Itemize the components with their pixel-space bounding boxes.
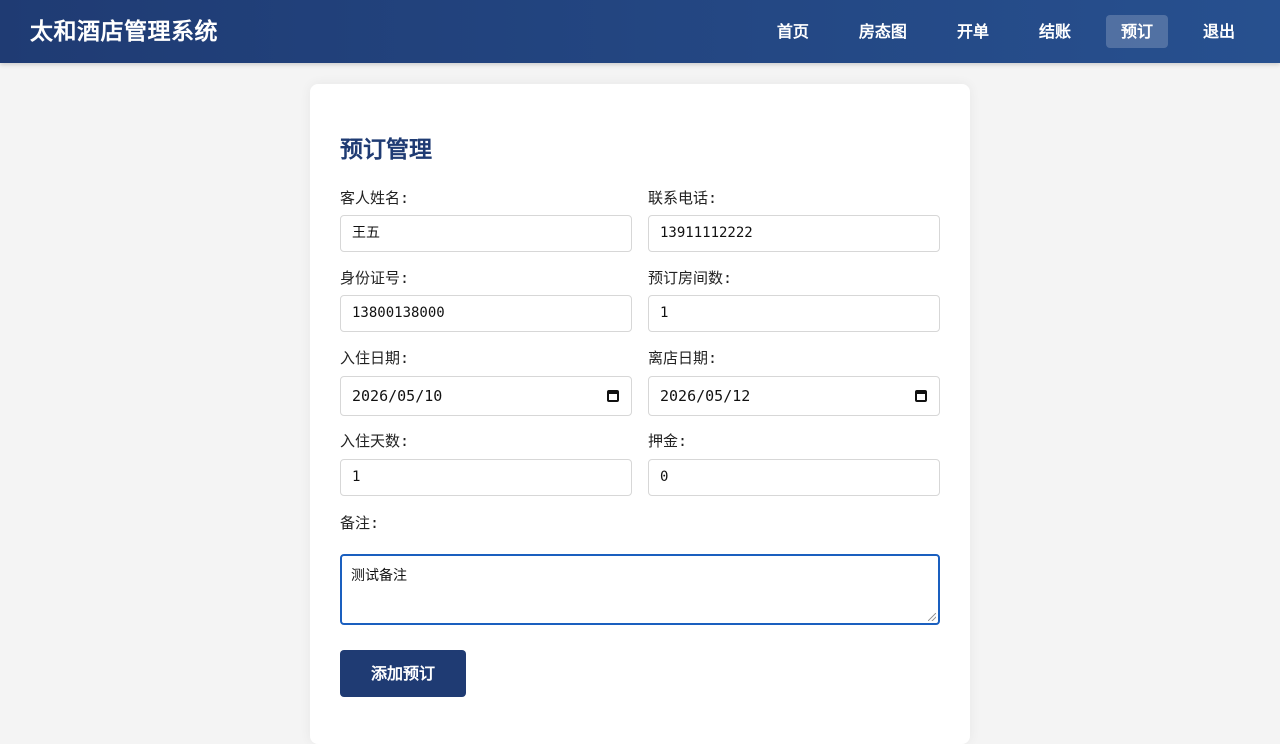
calendar-icon[interactable] [607,390,619,402]
phone-field: 联系电话: 13911112222 [648,188,940,252]
room-count-field: 预订房间数: 1 [648,268,940,332]
deposit-field: 押金: 0 [648,431,940,496]
nav-item-room-status[interactable]: 房态图 [844,15,922,48]
nav-item-home[interactable]: 首页 [762,15,824,48]
notes-label: 备注: [340,514,380,532]
nav-item-logout[interactable]: 退出 [1188,15,1250,48]
add-reservation-button[interactable]: 添加预订 [340,650,466,697]
stay-days-input[interactable]: 1 [340,459,632,496]
notes-textarea[interactable]: 测试备注 [340,554,940,625]
deposit-label: 押金: [648,432,688,450]
calendar-icon[interactable] [915,390,927,402]
stay-days-field: 入住天数: 1 [340,431,632,496]
stay-days-label: 入住天数: [340,432,410,450]
id-number-field: 身份证号: 13800138000 [340,268,632,332]
checkout-date-label: 离店日期: [648,349,718,367]
checkout-date-field: 离店日期: 2026/05/12 [648,348,940,416]
phone-input[interactable]: 13911112222 [648,215,940,252]
checkin-date-label: 入住日期: [340,349,410,367]
nav-item-reservation[interactable]: 预订 [1105,15,1168,48]
room-count-label: 预订房间数: [648,269,733,287]
guest-name-input[interactable]: 王五 [340,215,632,252]
id-number-label: 身份证号: [340,269,410,287]
resize-handle-icon[interactable] [928,613,936,621]
nav-item-open-order[interactable]: 开单 [942,15,1004,48]
app-title: 太和酒店管理系统 [30,19,218,45]
guest-name-field: 客人姓名: 王五 [340,188,632,252]
top-bar: 太和酒店管理系统 首页 房态图 开单 结账 预订 退出 [0,0,1280,63]
guest-name-label: 客人姓名: [340,189,410,207]
id-number-input[interactable]: 13800138000 [340,295,632,332]
checkin-date-value: 2026/05/10 [352,387,443,405]
nav-item-checkout[interactable]: 结账 [1024,15,1086,48]
checkin-date-input[interactable]: 2026/05/10 [340,376,632,416]
room-count-input[interactable]: 1 [648,295,940,332]
page-title: 预订管理 [340,137,432,163]
phone-label: 联系电话: [648,189,718,207]
main-nav: 首页 房态图 开单 结账 预订 退出 [762,15,1250,48]
checkout-date-input[interactable]: 2026/05/12 [648,376,940,416]
reservation-card: 预订管理 客人姓名: 王五 联系电话: 13911112222 身份证号: 13… [310,84,970,744]
deposit-input[interactable]: 0 [648,459,940,496]
notes-value: 测试备注 [351,568,407,584]
checkin-date-field: 入住日期: 2026/05/10 [340,348,632,416]
checkout-date-value: 2026/05/12 [660,387,751,405]
